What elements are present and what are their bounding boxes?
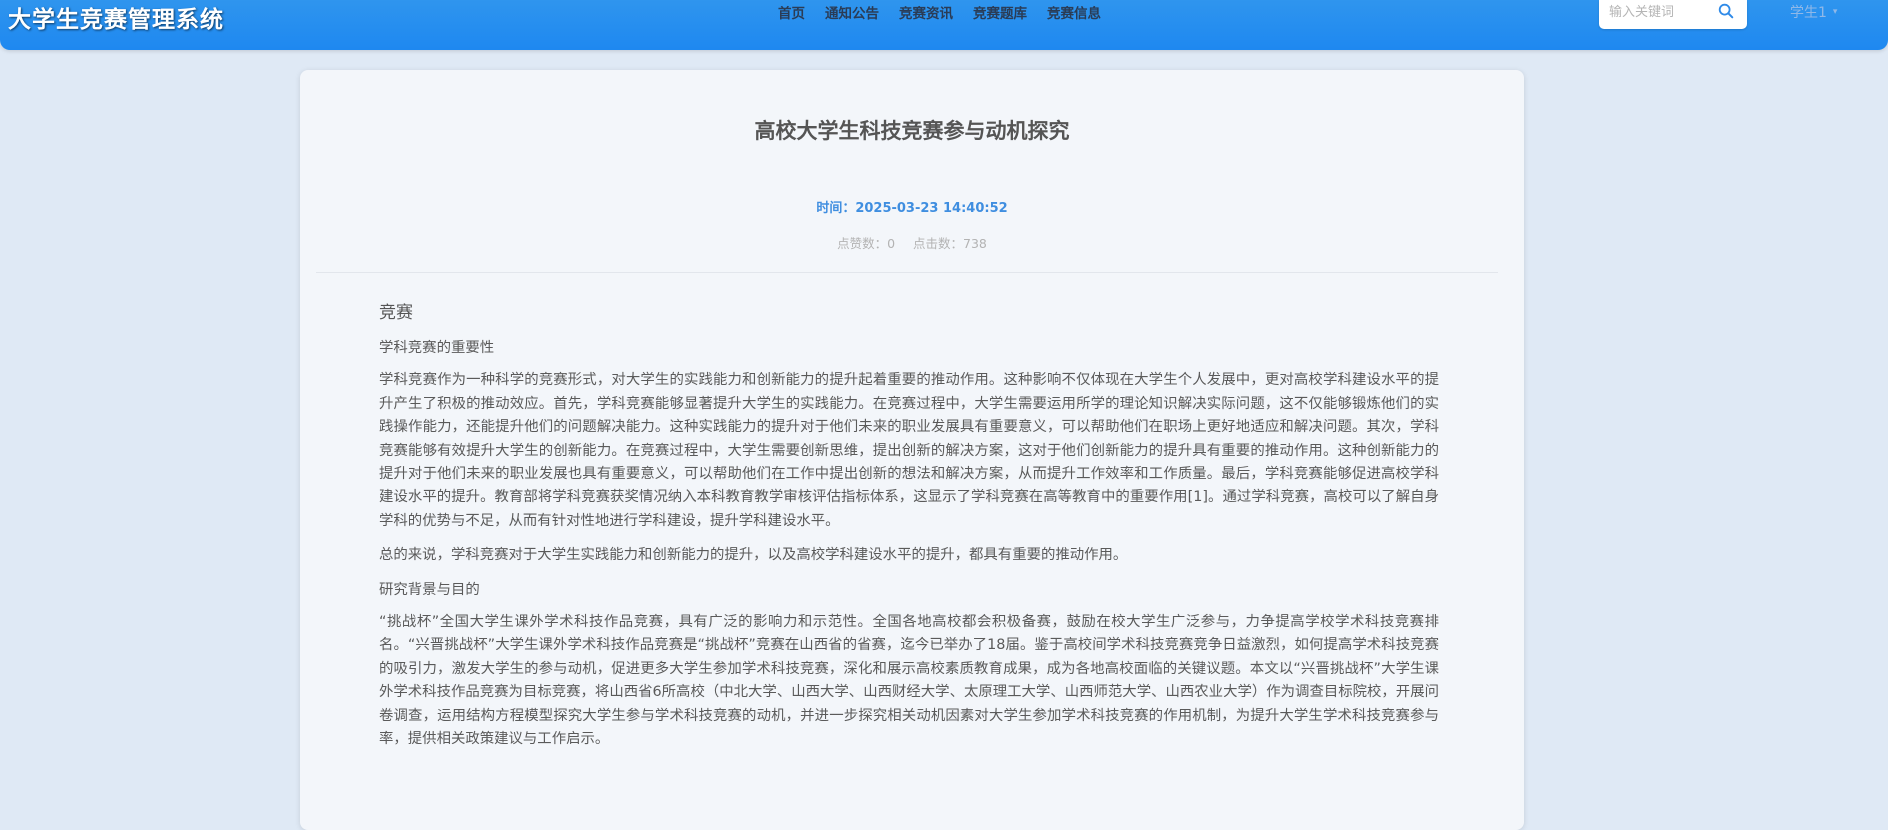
paragraph: 学科竞赛作为一种科学的竞赛形式，对大学生的实践能力和创新能力的提升起着重要的推动… <box>379 372 1439 529</box>
article-content: 竞赛 学科竞赛的重要性 学科竞赛作为一种科学的竞赛形式，对大学生的实践能力和创新… <box>379 298 1439 763</box>
nav-home[interactable]: 首页 <box>778 2 805 22</box>
site-brand[interactable]: 大学生竞赛管理系统 <box>8 0 224 34</box>
article-title: 高校大学生科技竞赛参与动机探究 <box>754 119 1070 143</box>
paragraph: 总的来说，学科竞赛对于大学生实践能力和创新能力的提升，以及高校学科建设水平的提升… <box>379 547 1128 564</box>
article-card: 高校大学生科技竞赛参与动机探究 时间：2025-03-23 14:40:52 点… <box>300 70 1524 830</box>
search-box <box>1599 0 1747 29</box>
article-stats: 点赞数：0 点击数：738 <box>300 233 1524 252</box>
content-heading: 竞赛 <box>379 303 413 323</box>
chevron-down-icon: ▾ <box>1832 7 1838 17</box>
like-count[interactable]: 点赞数：0 <box>837 236 895 251</box>
nav-news[interactable]: 竞赛资讯 <box>899 2 953 22</box>
search-input[interactable] <box>1607 1 1716 23</box>
article-time: 时间：2025-03-23 14:40:52 <box>816 201 1008 216</box>
nav-competition-info[interactable]: 竞赛信息 <box>1047 2 1101 22</box>
search-icon[interactable] <box>1717 2 1735 20</box>
section-subtitle: 学科竞赛的重要性 <box>379 340 495 356</box>
username: 学生1 <box>1790 5 1827 21</box>
main-nav: 首页 通知公告 竞赛资讯 竞赛题库 竞赛信息 <box>778 2 1101 22</box>
top-header: 大学生竞赛管理系统 首页 通知公告 竞赛资讯 竞赛题库 竞赛信息 学生1 ▾ <box>0 0 1888 50</box>
divider <box>316 272 1498 273</box>
nav-notices[interactable]: 通知公告 <box>825 2 879 22</box>
user-menu[interactable]: 学生1 ▾ <box>1790 2 1837 22</box>
paragraph: “挑战杯”全国大学生课外学术科技作品竞赛，具有广泛的影响力和示范性。全国各地高校… <box>379 614 1439 748</box>
click-count: 点击数：738 <box>913 236 987 251</box>
nav-question-bank[interactable]: 竞赛题库 <box>973 2 1027 22</box>
section-subtitle: 研究背景与目的 <box>379 581 480 598</box>
